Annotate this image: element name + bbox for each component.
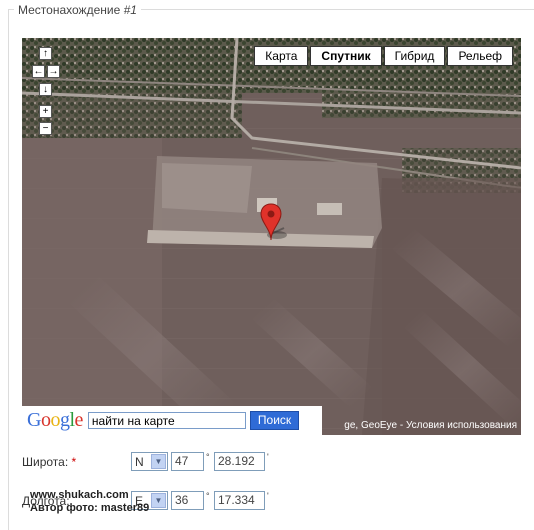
map-type-controls: Карта Спутник Гибрид Рельеф: [252, 46, 513, 66]
latitude-minutes-input[interactable]: 28.192: [214, 452, 265, 471]
legend-text: Местонахождение: [18, 3, 124, 17]
google-logo: Google: [27, 409, 83, 431]
degree-symbol: °: [206, 452, 210, 462]
legend-index: #1: [123, 3, 137, 17]
map-search-button[interactable]: Поиск: [249, 411, 300, 430]
chevron-down-icon: ▼: [151, 454, 166, 469]
map-search-input[interactable]: [87, 412, 246, 429]
location-marker-icon[interactable]: [260, 203, 282, 241]
chevron-down-icon: ▼: [151, 493, 166, 508]
pan-left-button[interactable]: ←: [32, 65, 45, 78]
map-type-map[interactable]: Карта: [254, 46, 309, 66]
longitude-minutes-input[interactable]: 17.334: [214, 491, 265, 510]
map-copyright[interactable]: ge, GeoEye - Условия использования: [344, 420, 517, 431]
minute-symbol: ': [267, 452, 269, 462]
watermark-site: www.shukach.com: [30, 489, 129, 501]
pan-right-button[interactable]: →: [47, 65, 60, 78]
map-type-terrain[interactable]: Рельеф: [447, 46, 513, 66]
latitude-hemisphere-select[interactable]: N ▼: [131, 452, 168, 471]
minute-symbol: ': [267, 491, 269, 501]
pan-down-button[interactable]: ↓: [39, 83, 52, 96]
degree-symbol: °: [206, 491, 210, 501]
map-view[interactable]: ↑ ← → ↓ + − Карта Спутник Гибрид Рельеф …: [22, 38, 521, 435]
map-type-hybrid[interactable]: Гибрид: [383, 46, 446, 66]
required-mark: *: [71, 455, 77, 469]
map-type-satellite[interactable]: Спутник: [310, 46, 382, 66]
fieldset-legend: Местонахождение #1: [14, 3, 141, 17]
zoom-out-button[interactable]: −: [39, 122, 52, 135]
longitude-degrees-input[interactable]: 36: [171, 491, 204, 510]
latitude-hemisphere-value: N: [135, 454, 144, 469]
zoom-in-button[interactable]: +: [39, 105, 52, 118]
map-search-bar: Google Поиск: [22, 406, 322, 435]
latitude-label: Широта: *: [22, 455, 77, 469]
pan-up-button[interactable]: ↑: [39, 47, 52, 60]
watermark-author: Автор фото: master89: [30, 502, 150, 514]
latitude-degrees-input[interactable]: 47: [171, 452, 204, 471]
